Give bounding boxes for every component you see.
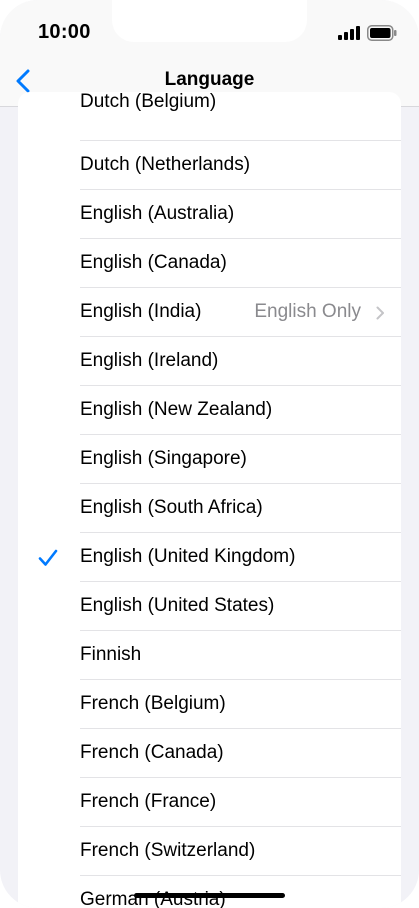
- language-row-english-australia[interactable]: English (Australia): [18, 190, 401, 239]
- language-label: English (Ireland): [80, 350, 219, 371]
- language-row-english-ireland[interactable]: English (Ireland): [18, 337, 401, 386]
- language-label: French (Canada): [80, 742, 224, 763]
- battery-icon: [367, 25, 397, 41]
- language-label: Dutch (Netherlands): [80, 154, 251, 175]
- cellular-signal-icon: [338, 26, 360, 40]
- chevron-right-icon: [376, 306, 384, 320]
- language-row-german-austria[interactable]: German (Austria): [18, 876, 401, 908]
- language-row-french-belgium[interactable]: French (Belgium): [18, 680, 401, 729]
- language-label: English (Canada): [80, 252, 227, 273]
- status-bar: 10:00: [0, 0, 419, 58]
- language-row-dutch-belgium[interactable]: Dutch (Belgium): [18, 92, 401, 141]
- language-row-english-singapore[interactable]: English (Singapore): [18, 435, 401, 484]
- language-row-english-united-states[interactable]: English (United States): [18, 582, 401, 631]
- language-label: French (Switzerland): [80, 840, 256, 861]
- language-label: English (South Africa): [80, 497, 263, 518]
- language-row-french-switzerland[interactable]: French (Switzerland): [18, 827, 401, 876]
- language-row-dutch-netherlands[interactable]: Dutch (Netherlands): [18, 141, 401, 190]
- language-row-english-new-zealand[interactable]: English (New Zealand): [18, 386, 401, 435]
- language-label: English (New Zealand): [80, 399, 273, 420]
- language-row-finnish[interactable]: Finnish: [18, 631, 401, 680]
- phone-screen: 10:00 Language Dutch (Belgium) Dutch (Ne…: [0, 0, 419, 908]
- language-label: German (Austria): [80, 889, 226, 908]
- home-indicator[interactable]: [134, 893, 285, 898]
- checkmark-icon: [38, 549, 58, 566]
- language-label: Dutch (Belgium): [80, 92, 217, 112]
- language-row-english-south-africa[interactable]: English (South Africa): [18, 484, 401, 533]
- page-title: Language: [164, 69, 255, 90]
- language-label: French (France): [80, 791, 217, 812]
- language-label: English (United Kingdom): [80, 546, 296, 567]
- language-label: French (Belgium): [80, 693, 226, 714]
- language-list: Dutch (Belgium) Dutch (Netherlands) Engl…: [18, 92, 401, 908]
- language-label: English (United States): [80, 595, 275, 616]
- language-row-english-india[interactable]: English (India) English Only: [18, 288, 401, 337]
- language-label: English (India): [80, 301, 202, 322]
- language-row-english-united-kingdom[interactable]: English (United Kingdom): [18, 533, 401, 582]
- language-row-english-canada[interactable]: English (Canada): [18, 239, 401, 288]
- language-row-french-canada[interactable]: French (Canada): [18, 729, 401, 778]
- language-label: English (Singapore): [80, 448, 247, 469]
- language-label: English (Australia): [80, 203, 235, 224]
- language-row-french-france[interactable]: French (France): [18, 778, 401, 827]
- status-time: 10:00: [38, 21, 91, 43]
- language-label: Finnish: [80, 644, 142, 665]
- notch: [112, 0, 307, 42]
- language-detail: English Only: [254, 301, 361, 322]
